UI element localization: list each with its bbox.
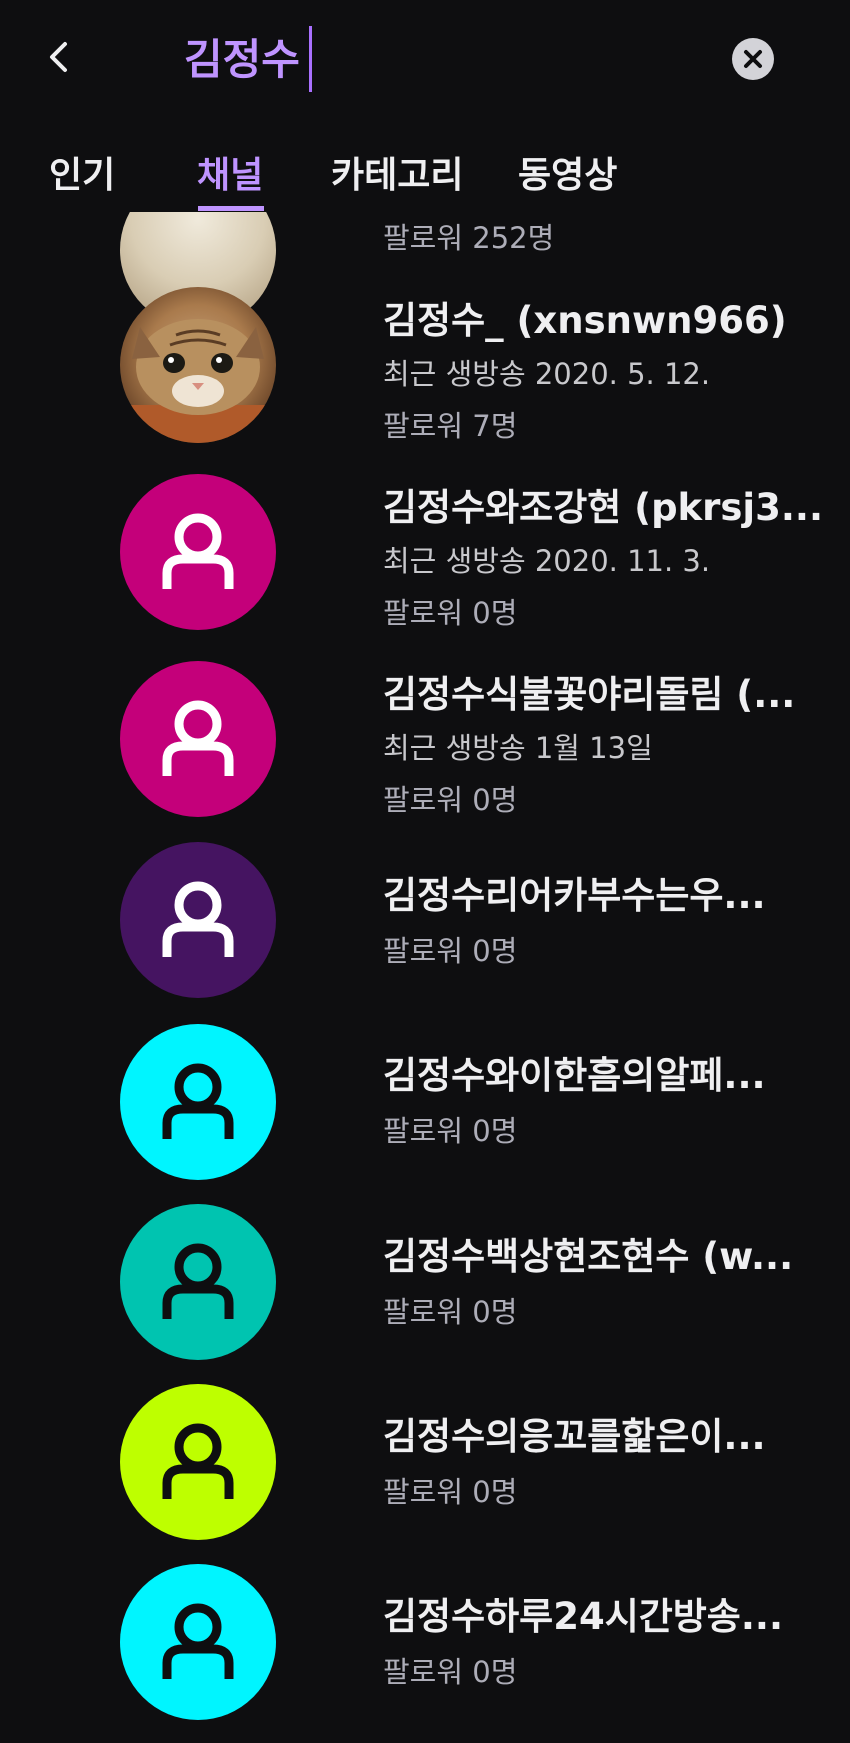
list-item[interactable]: 김정수식불꽃야리돌림 (... 최근 생방송 1월 13일 팔로워 0명 (0, 657, 850, 837)
list-item[interactable]: 김정수와이한흠의알페... 팔로워 0명 (0, 1022, 850, 1202)
channel-name: 김정수백상현조현수 (w... (383, 1235, 794, 1278)
chevron-left-icon (50, 42, 67, 72)
cat-image (120, 319, 276, 443)
active-tab-indicator (198, 206, 264, 211)
user-icon (162, 700, 234, 776)
follower-count: 팔로워 0명 (383, 783, 518, 817)
follower-count: 팔로워 7명 (383, 409, 518, 443)
user-icon (162, 1063, 234, 1139)
follower-count: 팔로워 0명 (383, 1114, 518, 1148)
list-item[interactable]: 김정수리어카부수는우... 팔로워 0명 (0, 842, 850, 1022)
channel-name: 김정수와조강현 (pkrsj3... (383, 486, 824, 529)
tab-videos[interactable]: 동영상 (518, 146, 617, 198)
channel-name: 김정수식불꽃야리돌림 (... (383, 673, 796, 716)
clear-search-button[interactable] (732, 38, 774, 80)
channel-name: 김정수_ (xnsnwn966) (383, 299, 787, 342)
user-icon (162, 881, 234, 957)
follower-count: 팔로워 0명 (383, 1295, 518, 1329)
list-item[interactable]: 김정수백상현조현수 (w... 팔로워 0명 (0, 1203, 850, 1383)
list-item[interactable]: 김정수_ (xnsnwn966) 최근 생방송 2020. 5. 12. 팔로워… (0, 283, 850, 463)
follower-count: 팔로워 0명 (383, 1655, 518, 1689)
user-icon (162, 513, 234, 589)
list-item[interactable]: 김정수의응꼬를핥은이... 팔로워 0명 (0, 1383, 850, 1563)
search-header: 김정수 (0, 0, 850, 120)
channel-list[interactable]: 팔로워 252명 김정수_ (xnsnwn966) 최근 생방송 2020. 5… (0, 0, 850, 1732)
tab-popular[interactable]: 인기 (49, 146, 115, 198)
list-item[interactable]: 김정수와조강현 (pkrsj3... 최근 생방송 2020. 11. 3. 팔… (0, 470, 850, 650)
last-live: 최근 생방송 2020. 5. 12. (383, 357, 711, 391)
avatar (120, 661, 276, 817)
search-input[interactable]: 김정수 (184, 34, 300, 86)
tab-channels[interactable]: 채널 (197, 146, 263, 198)
user-icon (162, 1243, 234, 1319)
user-icon (162, 1603, 234, 1679)
user-icon (162, 1423, 234, 1499)
channel-name: 김정수리어카부수는우... (383, 874, 766, 917)
follower-count: 팔로워 0명 (383, 934, 518, 968)
channel-name: 김정수하루24시간방송... (383, 1595, 784, 1638)
avatar (120, 842, 276, 998)
last-live: 최근 생방송 2020. 11. 3. (383, 544, 711, 578)
back-button[interactable] (36, 35, 80, 79)
follower-count: 팔로워 252명 (383, 221, 555, 255)
last-live: 최근 생방송 1월 13일 (383, 731, 653, 765)
follower-count: 팔로워 0명 (383, 596, 518, 630)
avatar (120, 1024, 276, 1180)
list-item[interactable]: 김정수하루24시간방송... 팔로워 0명 (0, 1563, 850, 1743)
follower-count: 팔로워 0명 (383, 1475, 518, 1509)
result-tabs: 인기 채널 카테고리 동영상 (0, 120, 850, 212)
tab-categories[interactable]: 카테고리 (331, 146, 463, 198)
avatar (120, 1204, 276, 1360)
avatar (120, 474, 276, 630)
channel-name: 김정수와이한흠의알페... (383, 1054, 766, 1097)
avatar (120, 1384, 276, 1540)
channel-name: 김정수의응꼬를핥은이... (383, 1415, 766, 1458)
avatar (120, 287, 276, 443)
avatar (120, 1564, 276, 1720)
close-icon (744, 50, 762, 68)
text-cursor (309, 26, 312, 92)
